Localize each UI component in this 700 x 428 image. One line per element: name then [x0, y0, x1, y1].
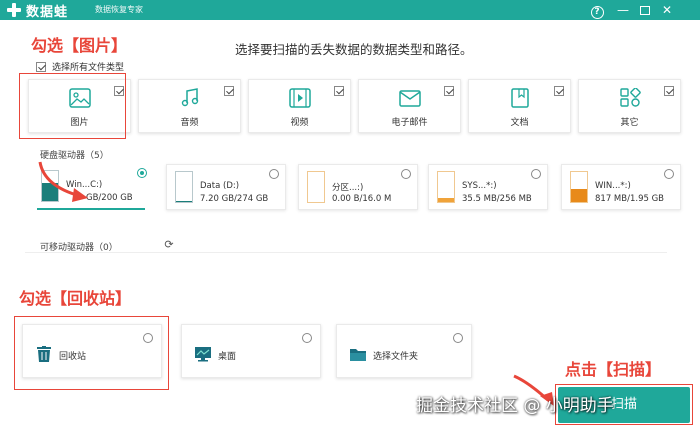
minimize-button[interactable]: — [614, 1, 632, 19]
filetype-label: 电子邮件 [391, 118, 428, 128]
filetype-label: 音频 [180, 118, 199, 128]
drive-card-partition[interactable]: 分区...:) 0.00 B/16.0 M [298, 164, 418, 210]
drive-radio[interactable] [664, 169, 674, 179]
music-icon [181, 88, 198, 107]
filetype-label: 文档 [510, 118, 529, 128]
select-all-label: 选择所有文件类型 [52, 63, 125, 73]
filetype-card-audio[interactable]: 音频 [138, 79, 241, 133]
maximize-icon [640, 6, 650, 15]
selected-underline [37, 208, 145, 210]
email-icon [398, 90, 421, 107]
drive-radio[interactable] [401, 169, 411, 179]
location-radio[interactable] [453, 333, 463, 343]
select-all-check[interactable] [36, 61, 46, 72]
drive-name: 分区...:) [332, 183, 364, 193]
app-subtitle: 数据恢复专家 [95, 5, 143, 14]
document-icon [510, 88, 529, 108]
drive-icon [307, 171, 325, 203]
video-icon [288, 88, 311, 108]
location-card-select-folder[interactable]: 选择文件夹 [336, 324, 472, 378]
other-icon [619, 88, 641, 107]
location-card-desktop[interactable]: 桌面 [181, 324, 321, 378]
audio-checkbox[interactable] [224, 86, 234, 96]
drive-name: WIN...*:) [595, 181, 631, 191]
cross-logo-icon [6, 2, 22, 18]
other-checkbox[interactable] [664, 86, 674, 96]
documents-checkbox[interactable] [554, 86, 564, 96]
drive-icon [570, 171, 588, 203]
annotation-click-scan: 点击【扫描】 [565, 360, 662, 379]
drive-size: 35.5 MB/256 MB [462, 194, 532, 204]
annotation-box-images [19, 73, 126, 139]
annotation-pick-recycle-bin: 勾选【回收站】 [19, 289, 132, 308]
annotation-pick-images: 勾选【图片】 [31, 36, 128, 55]
drive-card-d[interactable]: Data (D:) 7.20 GB/274 GB [166, 164, 286, 210]
title-bar: 数据蛙 数据恢复专家 ? — ✕ [0, 0, 700, 20]
app-logo: 数据蛙 [6, 1, 69, 20]
drive-radio[interactable] [269, 169, 279, 179]
filetype-card-documents[interactable]: 文档 [468, 79, 571, 133]
close-button[interactable]: ✕ [658, 1, 676, 19]
drive-size: 7.20 GB/274 GB [200, 194, 269, 204]
refresh-icon[interactable]: ⟳ [163, 239, 175, 251]
annotation-box-recycle-bin [14, 316, 169, 390]
drive-size: 817 MB/1.95 GB [595, 194, 665, 204]
filetype-card-video[interactable]: 视频 [248, 79, 351, 133]
watermark: 掘金技术社区 @ 小明助手 [416, 396, 614, 416]
video-checkbox[interactable] [334, 86, 344, 96]
drive-card-win[interactable]: WIN...*:) 817 MB/1.95 GB [561, 164, 681, 210]
help-icon: ? [590, 6, 604, 19]
filetype-label: 视频 [290, 118, 309, 128]
select-all-checkbox[interactable]: 选择所有文件类型 [36, 60, 124, 73]
drive-card-sys[interactable]: SYS...*:) 35.5 MB/256 MB [428, 164, 548, 210]
drive-icon [437, 171, 455, 203]
email-checkbox[interactable] [444, 86, 454, 96]
drive-name: Data (D:) [200, 181, 240, 191]
filetype-card-other[interactable]: 其它 [578, 79, 681, 133]
annotation-arrow-drive [38, 161, 88, 202]
folder-icon [350, 349, 366, 361]
page-headline: 选择要扫描的丢失数据的数据类型和路径。 [235, 42, 473, 57]
drive-radio[interactable] [531, 169, 541, 179]
help-button[interactable]: ? [588, 1, 606, 19]
drive-size: 0.00 B/16.0 M [332, 194, 392, 204]
location-label: 桌面 [218, 352, 237, 362]
app-name: 数据蛙 [26, 4, 69, 20]
location-label: 选择文件夹 [373, 352, 419, 362]
desktop-icon [195, 347, 211, 362]
location-radio[interactable] [302, 333, 312, 343]
filetype-card-email[interactable]: 电子邮件 [358, 79, 461, 133]
maximize-button[interactable] [636, 1, 654, 19]
filetype-label: 其它 [620, 118, 639, 128]
drive-name: SYS...*:) [462, 181, 497, 191]
drive-icon [175, 171, 193, 203]
drive-radio[interactable] [137, 168, 147, 178]
